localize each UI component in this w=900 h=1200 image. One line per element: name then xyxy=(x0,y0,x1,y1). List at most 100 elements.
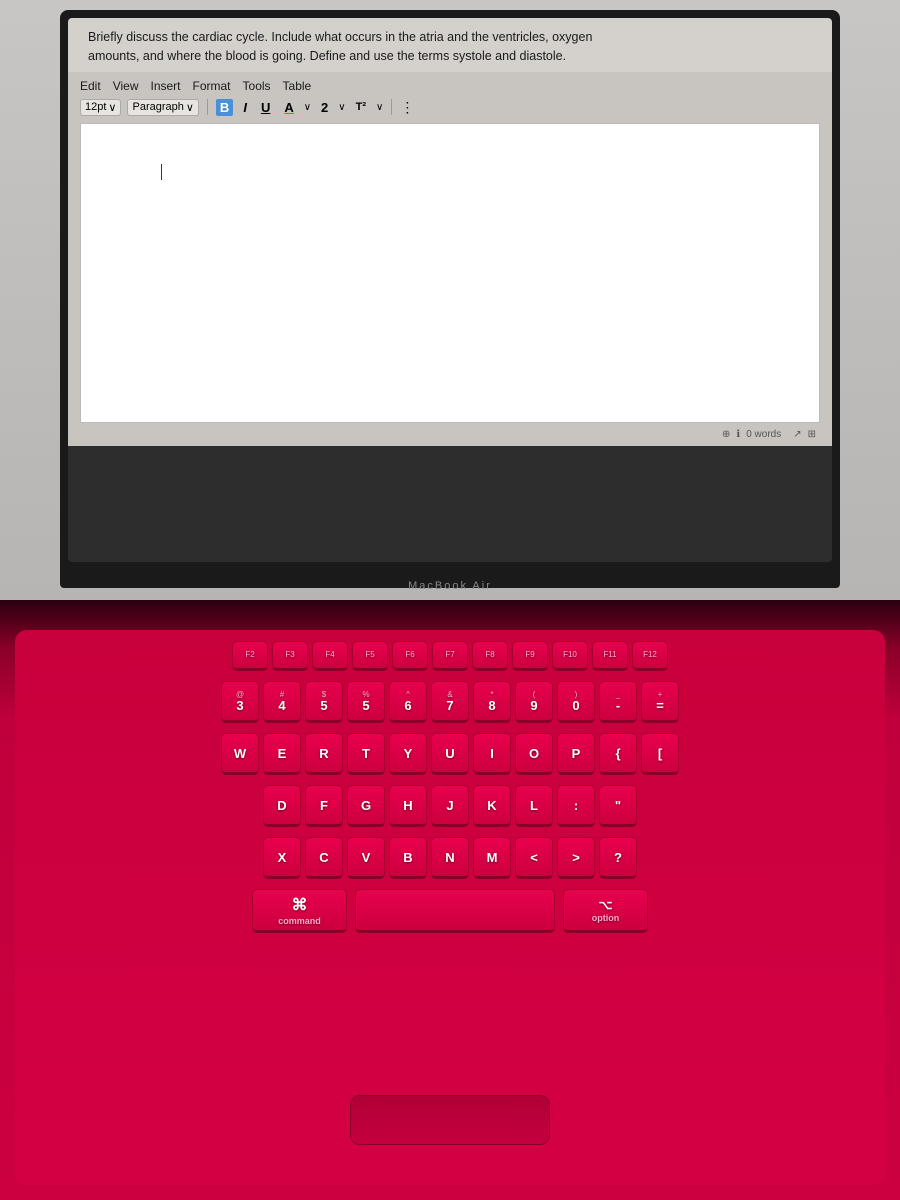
key-f2[interactable]: F2 xyxy=(232,641,268,671)
prompt-area: Briefly discuss the cardiac cycle. Inclu… xyxy=(68,18,832,72)
key-f11[interactable]: F11 xyxy=(592,641,628,671)
underline-button[interactable]: U xyxy=(257,99,274,116)
key-command[interactable]: ⌘ command xyxy=(252,889,347,933)
toolbar-chevron-1[interactable]: ∨ xyxy=(304,102,311,113)
key-n[interactable]: N xyxy=(431,837,469,879)
menu-tools[interactable]: Tools xyxy=(243,79,271,93)
toolbar-more[interactable]: ⋮ xyxy=(400,99,414,116)
key-at[interactable]: @ 3 xyxy=(221,681,259,723)
key-o[interactable]: O xyxy=(515,733,553,775)
key-f4[interactable]: F4 xyxy=(312,641,348,671)
key-x[interactable]: X xyxy=(263,837,301,879)
fn-row: F2 F3 F4 F5 F6 F7 F8 F9 xyxy=(25,638,875,674)
screen-inner: Briefly discuss the cardiac cycle. Inclu… xyxy=(68,18,832,562)
key-d[interactable]: D xyxy=(263,785,301,827)
key-p[interactable]: P xyxy=(557,733,595,775)
key-u[interactable]: U xyxy=(431,733,469,775)
command-label: command xyxy=(278,916,321,926)
key-f9[interactable]: F9 xyxy=(512,641,548,671)
font-color-button[interactable]: A xyxy=(280,99,297,116)
editor-statusbar: ⊕ ℹ 0 words ↗ ⊞ xyxy=(80,427,820,442)
editor-canvas[interactable] xyxy=(80,123,820,423)
key-minus[interactable]: _ - xyxy=(599,681,637,723)
key-r[interactable]: R xyxy=(305,733,343,775)
toolbar-chevron-3[interactable]: ∨ xyxy=(376,102,383,113)
info-icon: ℹ xyxy=(736,429,740,440)
key-f12[interactable]: F12 xyxy=(632,641,668,671)
font-size-dropdown[interactable]: 12pt ∨ xyxy=(80,99,121,116)
key-g[interactable]: G xyxy=(347,785,385,827)
menu-table[interactable]: Table xyxy=(283,79,312,93)
menu-insert[interactable]: Insert xyxy=(150,79,180,93)
word-count-icon: ⊕ xyxy=(722,429,730,440)
key-space[interactable] xyxy=(355,889,555,933)
key-w[interactable]: W xyxy=(221,733,259,775)
trackpad[interactable] xyxy=(350,1095,550,1145)
number-row: @ 3 # 4 $ 5 % 5 ^ 6 & 7 xyxy=(25,678,875,726)
key-i[interactable]: I xyxy=(473,733,511,775)
key-dollar[interactable]: $ 5 xyxy=(305,681,343,723)
key-k[interactable]: K xyxy=(473,785,511,827)
toolbar-separator-1 xyxy=(207,99,208,115)
key-t[interactable]: T xyxy=(347,733,385,775)
text-cursor xyxy=(161,164,162,180)
asdf-row: D F G H J K L : " xyxy=(25,782,875,830)
key-plus[interactable]: + = xyxy=(641,681,679,723)
key-gt[interactable]: > xyxy=(557,837,595,879)
key-rparen[interactable]: ) 0 xyxy=(557,681,595,723)
editor-menubar: Edit View Insert Format Tools Table xyxy=(80,76,820,96)
italic-button[interactable]: I xyxy=(239,99,251,116)
prompt-line1: Briefly discuss the cardiac cycle. Inclu… xyxy=(88,28,812,47)
arrow-icon: ↗ xyxy=(793,429,801,440)
key-j[interactable]: J xyxy=(431,785,469,827)
key-quote[interactable]: " xyxy=(599,785,637,827)
bold-button[interactable]: B xyxy=(216,99,233,116)
zxcv-row: X C V B N M < > ? xyxy=(25,834,875,882)
bottom-row: ⌘ command ⌥ option xyxy=(25,886,875,936)
key-e[interactable]: E xyxy=(263,733,301,775)
key-f8[interactable]: F8 xyxy=(472,641,508,671)
menu-edit[interactable]: Edit xyxy=(80,79,101,93)
menu-view[interactable]: View xyxy=(113,79,139,93)
key-question[interactable]: ? xyxy=(599,837,637,879)
key-lbrace[interactable]: { xyxy=(599,733,637,775)
key-caret[interactable]: ^ 6 xyxy=(389,681,427,723)
screen-container: Briefly discuss the cardiac cycle. Inclu… xyxy=(60,10,840,570)
key-colon[interactable]: : xyxy=(557,785,595,827)
paragraph-style-value: Paragraph xyxy=(132,101,183,113)
macbook-label: MacBook Air xyxy=(408,580,492,592)
key-f7[interactable]: F7 xyxy=(432,641,468,671)
toolbar-chevron-2[interactable]: ∨ xyxy=(338,102,345,113)
key-amp[interactable]: & 7 xyxy=(431,681,469,723)
key-f5[interactable]: F5 xyxy=(352,641,388,671)
key-hash[interactable]: # 4 xyxy=(263,681,301,723)
key-y[interactable]: Y xyxy=(389,733,427,775)
key-m[interactable]: M xyxy=(473,837,511,879)
highlight-button[interactable]: 2 xyxy=(317,99,332,116)
key-b[interactable]: B xyxy=(389,837,427,879)
key-option[interactable]: ⌥ option xyxy=(563,889,648,933)
key-lt[interactable]: < xyxy=(515,837,553,879)
key-lparen[interactable]: ( 9 xyxy=(515,681,553,723)
toolbar-separator-2 xyxy=(391,99,392,115)
key-c[interactable]: C xyxy=(305,837,343,879)
key-h[interactable]: H xyxy=(389,785,427,827)
word-count: 0 words xyxy=(746,429,781,440)
font-size-value: 12pt xyxy=(85,101,106,113)
key-percent[interactable]: % 5 xyxy=(347,681,385,723)
menu-format[interactable]: Format xyxy=(193,79,231,93)
key-star[interactable]: * 8 xyxy=(473,681,511,723)
key-v[interactable]: V xyxy=(347,837,385,879)
key-f[interactable]: F xyxy=(305,785,343,827)
key-l[interactable]: L xyxy=(515,785,553,827)
key-f6[interactable]: F6 xyxy=(392,641,428,671)
key-lbracket[interactable]: [ xyxy=(641,733,679,775)
paragraph-style-arrow: ∨ xyxy=(186,101,194,114)
superscript-button[interactable]: T² xyxy=(352,100,370,114)
key-f10[interactable]: F10 xyxy=(552,641,588,671)
prompt-line2: amounts, and where the blood is going. D… xyxy=(88,47,812,66)
key-f3[interactable]: F3 xyxy=(272,641,308,671)
option-label: option xyxy=(592,913,620,923)
paragraph-style-dropdown[interactable]: Paragraph ∨ xyxy=(127,99,198,116)
editor-toolbar: 12pt ∨ Paragraph ∨ B I U A ∨ 2 ∨ T² ∨ ⋮ xyxy=(80,96,820,119)
